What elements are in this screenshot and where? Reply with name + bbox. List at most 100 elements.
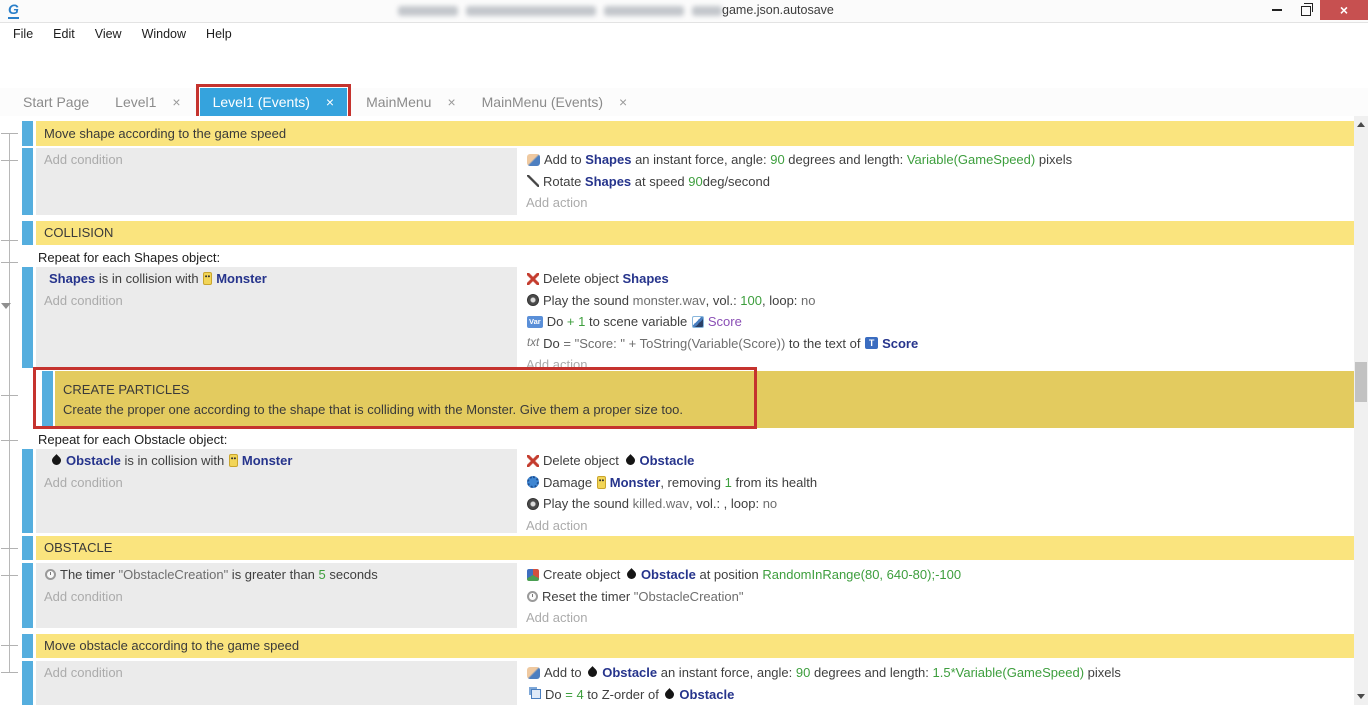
- repeat-header[interactable]: Repeat for each Shapes object:: [36, 248, 1354, 267]
- comment-row[interactable]: CREATE PARTICLESCreate the proper one ac…: [22, 371, 1354, 428]
- action-line[interactable]: Play the sound killed.wav, vol.: , loop:…: [526, 493, 1354, 515]
- event-row[interactable]: Repeat for each Shapes object:Shapes is …: [22, 248, 1354, 368]
- event-bar[interactable]: [42, 371, 53, 428]
- variable-name: Score: [708, 314, 742, 329]
- add-action-button[interactable]: Add action: [526, 515, 1354, 534]
- action-line[interactable]: Play the sound monster.wav, vol.: 100, l…: [526, 290, 1354, 312]
- event-row[interactable]: Repeat for each Obstacle object:Obstacle…: [22, 430, 1354, 533]
- tab-mainmenu-events[interactable]: MainMenu (Events) ×: [469, 88, 641, 116]
- placeholder: Add condition: [44, 475, 123, 490]
- menu-file[interactable]: File: [3, 27, 43, 41]
- text: degrees and length:: [785, 152, 907, 167]
- event-bar[interactable]: [22, 449, 33, 533]
- close-button[interactable]: ×: [1320, 0, 1368, 20]
- comment-row[interactable]: COLLISION: [22, 221, 1354, 245]
- add-action-button[interactable]: Add action: [526, 192, 1354, 214]
- event-row[interactable]: The timer "ObstacleCreation" is greater …: [22, 563, 1354, 628]
- action-line[interactable]: Delete object Obstacle: [526, 450, 1354, 472]
- condition-line[interactable]: Obstacle is in collision with Monster: [44, 450, 517, 472]
- comment-row[interactable]: OBSTACLE: [22, 536, 1354, 560]
- scroll-up-icon[interactable]: [1357, 122, 1365, 127]
- conditions-column[interactable]: Add condition: [36, 661, 517, 705]
- action-line[interactable]: Do = 4 to Z-order of Obstacle: [526, 684, 1354, 705]
- placeholder: Add action: [526, 357, 587, 368]
- vertical-scrollbar[interactable]: [1354, 116, 1368, 705]
- event-row[interactable]: Add condition Add to Obstacle an instant …: [22, 661, 1354, 705]
- condition-line[interactable]: The timer "ObstacleCreation" is greater …: [44, 564, 517, 586]
- text: an instant force, angle:: [631, 152, 770, 167]
- menu-view[interactable]: View: [85, 27, 132, 41]
- add-condition-button[interactable]: Add condition: [44, 149, 517, 171]
- placeholder: Add action: [526, 610, 587, 625]
- conditions-column[interactable]: The timer "ObstacleCreation" is greater …: [36, 563, 517, 628]
- menu-window[interactable]: Window: [132, 27, 196, 41]
- close-icon[interactable]: ×: [447, 94, 455, 110]
- action-line[interactable]: VarDo + 1 to scene variable Score: [526, 311, 1354, 333]
- conditions-column[interactable]: Shapes is in collision with MonsterAdd c…: [36, 267, 517, 368]
- collapse-arrow-icon[interactable]: [1, 303, 11, 309]
- tab-level1[interactable]: Level1 ×: [102, 88, 193, 116]
- action-line[interactable]: Rotate Shapes at speed 90deg/second: [526, 171, 1354, 193]
- add-action-button[interactable]: Add action: [526, 607, 1354, 628]
- actions-column[interactable]: Create object Obstacle at position Rando…: [520, 563, 1354, 628]
- comment-row[interactable]: Move obstacle according to the game spee…: [22, 634, 1354, 658]
- tab-mainmenu[interactable]: MainMenu ×: [353, 88, 469, 116]
- force-icon: [527, 667, 540, 679]
- action-line[interactable]: Add to Shapes an instant force, angle: 9…: [526, 149, 1354, 171]
- restore-button[interactable]: [1291, 0, 1320, 20]
- event-bar[interactable]: [22, 563, 33, 628]
- close-icon[interactable]: ×: [326, 94, 334, 110]
- tab-level1-events[interactable]: Level1 (Events) ×: [200, 88, 347, 116]
- close-icon[interactable]: ×: [172, 94, 180, 110]
- event-bar[interactable]: [22, 536, 33, 560]
- event-bar[interactable]: [22, 267, 33, 368]
- actions-column[interactable]: Delete object ShapesPlay the sound monst…: [520, 267, 1354, 368]
- event-bar[interactable]: [22, 148, 33, 215]
- scrollbar-thumb[interactable]: [1355, 362, 1367, 402]
- actions-column[interactable]: Delete object ObstacleDamage Monster, re…: [520, 449, 1354, 533]
- tab-bar: Start Page Level1 × Level1 (Events) × Ma…: [0, 88, 1368, 117]
- action-line[interactable]: Damage Monster, removing 1 from its heal…: [526, 472, 1354, 494]
- menu-help[interactable]: Help: [196, 27, 242, 41]
- close-icon[interactable]: ×: [619, 94, 627, 110]
- comment-text: CREATE PARTICLESCreate the proper one ac…: [55, 371, 1354, 428]
- tree-tick: [1, 575, 18, 576]
- add-condition-button[interactable]: Add condition: [44, 586, 517, 608]
- menu-edit[interactable]: Edit: [43, 27, 85, 41]
- placeholder: Add action: [526, 195, 587, 210]
- minimize-icon: [1272, 9, 1282, 11]
- action-line[interactable]: Delete object Shapes: [526, 268, 1354, 290]
- actions-column[interactable]: Add to Obstacle an instant force, angle:…: [520, 661, 1354, 705]
- add-action-button[interactable]: Add action: [526, 354, 1354, 368]
- add-condition-button[interactable]: Add condition: [44, 290, 517, 312]
- action-line[interactable]: Create object Obstacle at position Rando…: [526, 564, 1354, 586]
- event-bar[interactable]: [22, 661, 33, 705]
- minimize-button[interactable]: [1262, 0, 1291, 20]
- event-bar[interactable]: [22, 221, 33, 245]
- conditions-column[interactable]: Add condition: [36, 148, 517, 215]
- scroll-down-icon[interactable]: [1357, 694, 1365, 699]
- parameter-value: + 1: [567, 314, 585, 329]
- repeat-header[interactable]: Repeat for each Obstacle object:: [36, 430, 1354, 449]
- delete-icon: [527, 455, 539, 467]
- tab-start-page[interactable]: Start Page: [10, 88, 102, 116]
- tab-label: Level1: [115, 94, 156, 110]
- text: Do: [547, 314, 567, 329]
- add-condition-button[interactable]: Add condition: [44, 662, 517, 684]
- parameter-value: 90: [770, 152, 784, 167]
- comment-row[interactable]: Move shape according to the game speed: [22, 121, 1354, 146]
- tab-label: MainMenu (Events): [482, 94, 603, 110]
- string-value: = "Score: " + ToString(Variable(Score)): [563, 336, 785, 351]
- action-line[interactable]: Add to Obstacle an instant force, angle:…: [526, 662, 1354, 684]
- event-bar[interactable]: [22, 121, 33, 146]
- string-value: no: [763, 496, 777, 511]
- event-row[interactable]: Add condition Add to Shapes an instant fo…: [22, 148, 1354, 215]
- actions-column[interactable]: Add to Shapes an instant force, angle: 9…: [520, 148, 1354, 215]
- parameter-value: 90: [688, 174, 702, 189]
- action-line[interactable]: txtDo = "Score: " + ToString(Variable(Sc…: [526, 333, 1354, 355]
- add-condition-button[interactable]: Add condition: [44, 472, 517, 494]
- event-bar[interactable]: [22, 634, 33, 658]
- condition-line[interactable]: Shapes is in collision with Monster: [44, 268, 517, 290]
- conditions-column[interactable]: Obstacle is in collision with Monster Add…: [36, 449, 517, 533]
- action-line[interactable]: Reset the timer "ObstacleCreation": [526, 586, 1354, 608]
